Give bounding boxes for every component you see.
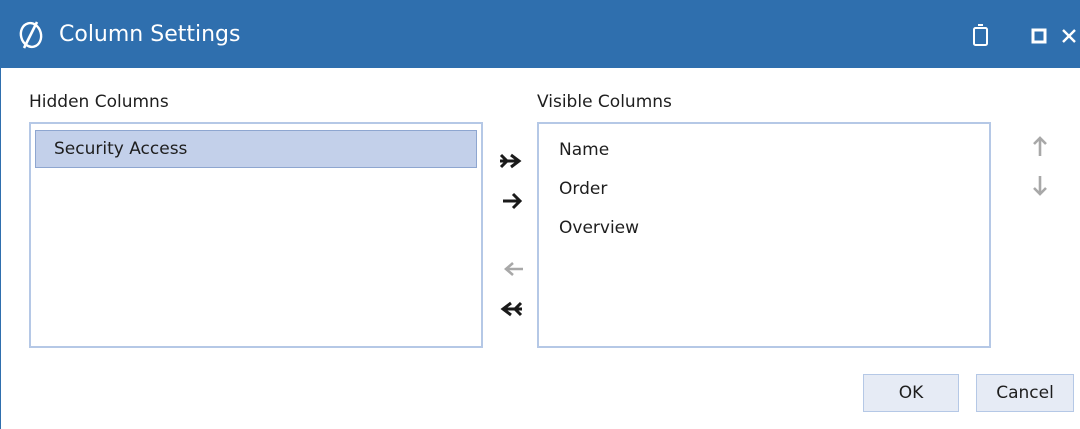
list-item[interactable]: Name (559, 140, 609, 160)
hidden-columns-label: Hidden Columns (29, 92, 169, 112)
column-settings-dialog: Column Settings Hidden Columns Security … (0, 0, 1080, 429)
logo-icon (19, 21, 43, 49)
maximize-icon[interactable] (1031, 22, 1049, 48)
move-all-right-icon[interactable] (497, 150, 525, 172)
ok-button[interactable]: OK (863, 374, 959, 412)
list-item[interactable]: Overview (559, 218, 639, 238)
window-title: Column Settings (59, 22, 241, 47)
close-icon[interactable] (1059, 22, 1079, 48)
visible-columns-list[interactable]: Name Order Overview (537, 122, 991, 348)
list-item[interactable]: Security Access (35, 130, 477, 168)
title-bar: Column Settings (1, 0, 1080, 68)
move-right-icon[interactable] (499, 190, 527, 212)
list-item[interactable]: Order (559, 179, 607, 199)
visible-columns-label: Visible Columns (537, 92, 672, 112)
hidden-columns-list[interactable]: Security Access (29, 122, 483, 348)
restore-icon[interactable] (971, 22, 991, 48)
move-left-icon[interactable] (499, 258, 527, 280)
cancel-button[interactable]: Cancel (976, 374, 1074, 412)
move-all-left-icon[interactable] (497, 298, 525, 320)
move-down-icon[interactable] (1029, 172, 1051, 198)
move-up-icon[interactable] (1029, 134, 1051, 160)
